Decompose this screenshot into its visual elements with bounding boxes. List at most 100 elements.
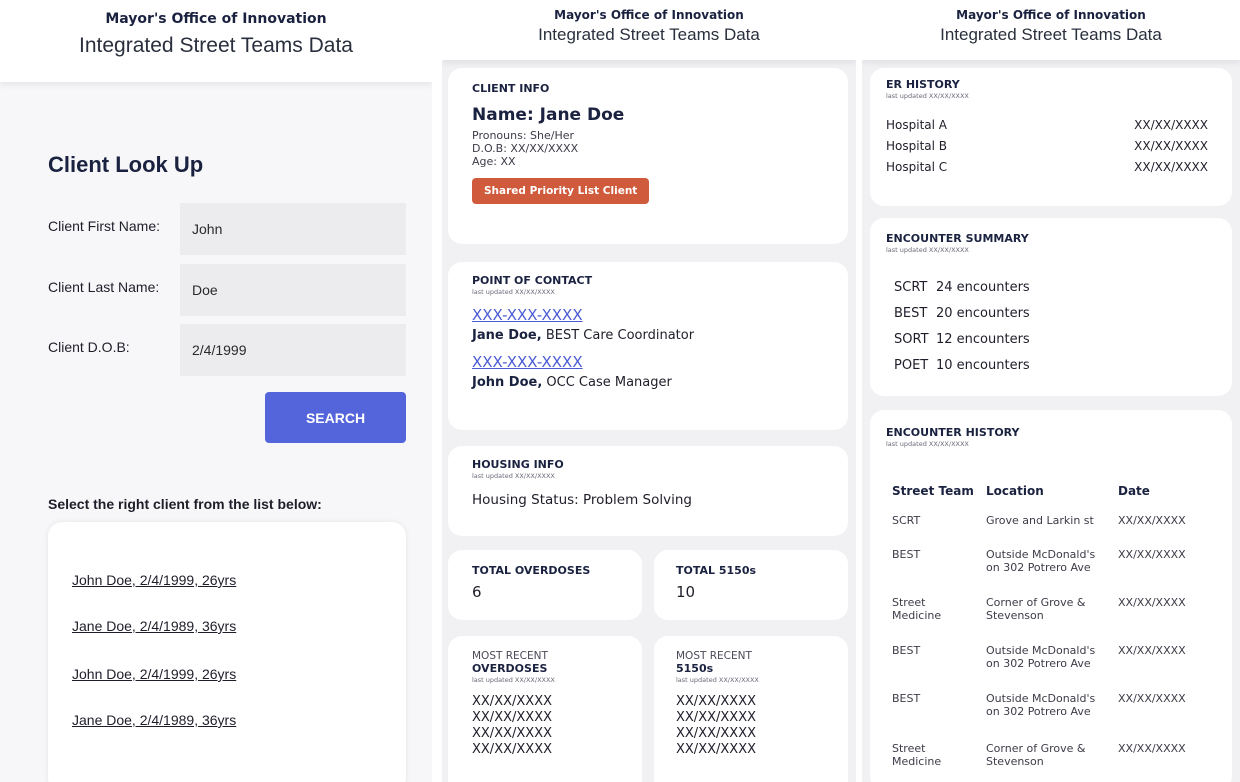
- search-button[interactable]: SEARCH: [265, 392, 406, 443]
- encounter-count: 10 encounters: [936, 358, 1030, 373]
- client-info-heading: CLIENT INFO: [472, 82, 550, 95]
- contact-phone-link[interactable]: XXX-XXX-XXXX: [472, 353, 824, 371]
- cell-date: XX/XX/XXXX: [1118, 644, 1186, 657]
- hospital-name: Hospital B: [886, 139, 948, 153]
- encounter-history-updated: last updated XX/XX/XXXX: [886, 440, 969, 448]
- priority-list-badge: Shared Priority List Client: [472, 178, 650, 204]
- er-visit-date: XX/XX/XXXX: [1134, 160, 1208, 174]
- total-5150s-card: TOTAL 5150s 10: [654, 550, 848, 620]
- select-client-prompt: Select the right client from the list be…: [48, 496, 322, 512]
- dob-label: Client D.O.B:: [48, 339, 130, 355]
- column-header: Date: [1118, 484, 1150, 498]
- hospital-name: Hospital A: [886, 118, 947, 132]
- point-of-contact-card: POINT OF CONTACT last updated XX/XX/XXXX…: [448, 262, 848, 430]
- street-team: BEST: [894, 306, 928, 321]
- last-name-input[interactable]: [180, 264, 406, 316]
- er-visit-date: XX/XX/XXXX: [1134, 139, 1208, 153]
- contact-person: Jane Doe, BEST Care Coordinator: [472, 328, 824, 343]
- app-header: Mayor's Office of Innovation Integrated …: [442, 0, 856, 60]
- cell-team: SCRT: [892, 514, 921, 527]
- street-team: SCRT: [894, 280, 928, 295]
- dob-row: Client D.O.B:: [48, 324, 408, 376]
- cell-location: Outside McDonald's on 302 Potrero Ave: [986, 548, 1096, 574]
- encounter-summary-card: ENCOUNTER SUMMARY last updated XX/XX/XXX…: [870, 218, 1232, 396]
- client-info-card: CLIENT INFO Name: Jane Doe Pronouns: She…: [448, 68, 848, 244]
- client-history-screen: Mayor's Office of Innovation Integrated …: [862, 0, 1240, 782]
- cell-date: XX/XX/XXXX: [1118, 514, 1186, 527]
- app-title: Integrated Street Teams Data: [538, 25, 760, 44]
- page-title: Client Look Up: [48, 152, 204, 177]
- cell-date: XX/XX/XXXX: [1118, 596, 1186, 609]
- client-profile-screen: Mayor's Office of Innovation Integrated …: [442, 0, 856, 782]
- client-pronouns: Pronouns: She/Her: [472, 129, 575, 142]
- er-history-updated: last updated XX/XX/XXXX: [886, 92, 969, 100]
- point-of-contact-heading: POINT OF CONTACT: [472, 274, 593, 287]
- er-visit-row: Hospital C XX/XX/XXXX: [886, 160, 1208, 174]
- housing-info-updated: last updated XX/XX/XXXX: [472, 472, 555, 480]
- client-result-link[interactable]: Jane Doe, 2/4/1989, 36yrs: [72, 618, 236, 634]
- encounter-count: 24 encounters: [936, 280, 1030, 295]
- org-name: Mayor's Office of Innovation: [956, 8, 1146, 22]
- encounter-summary-row: POET 10 encounters: [894, 358, 1030, 373]
- total-overdoses-value: 6: [472, 583, 482, 601]
- contact-role: OCC Case Manager: [542, 375, 672, 390]
- contact-role: BEST Care Coordinator: [541, 328, 695, 343]
- cell-date: XX/XX/XXXX: [1118, 692, 1186, 705]
- dob-input[interactable]: [180, 324, 406, 376]
- encounter-summary-row: SCRT 24 encounters: [894, 280, 1030, 295]
- encounter-history-heading: ENCOUNTER HISTORY: [886, 426, 1020, 439]
- encounter-count: 12 encounters: [936, 332, 1030, 347]
- cell-location: Corner of Grove & Stevenson: [986, 596, 1086, 622]
- recent-overdoses-dates: XX/XX/XXXX XX/XX/XXXX XX/XX/XXXX XX/XX/X…: [472, 694, 618, 758]
- contact-phone-link[interactable]: XXX-XXX-XXXX: [472, 306, 824, 324]
- first-name-input[interactable]: [180, 203, 406, 255]
- cell-team: Street Medicine: [892, 596, 942, 622]
- first-name-label: Client First Name:: [48, 218, 161, 234]
- recent-5150s-updated: last updated XX/XX/XXXX: [676, 676, 759, 684]
- er-visit-row: Hospital B XX/XX/XXXX: [886, 139, 1208, 153]
- er-history-heading: ER HISTORY: [886, 78, 960, 91]
- client-result-link[interactable]: John Doe, 2/4/1999, 26yrs: [72, 666, 236, 682]
- total-5150s-label: TOTAL 5150s: [676, 564, 757, 577]
- app-header: Mayor's Office of Innovation Integrated …: [862, 0, 1240, 60]
- cell-date: XX/XX/XXXX: [1118, 742, 1186, 755]
- housing-status: Housing Status: Problem Solving: [472, 492, 692, 508]
- encounter-history-table: Street Team Location Date SCRT Grove and…: [892, 484, 1216, 768]
- cell-date: XX/XX/XXXX: [1118, 548, 1186, 561]
- recent-overdoses-heading: OVERDOSES: [472, 662, 548, 675]
- recent-overdoses-card: MOST RECENT OVERDOSES last updated XX/XX…: [448, 636, 642, 782]
- recent-date: XX/XX/XXXX: [676, 726, 757, 741]
- cell-location: Outside McDonald's on 302 Potrero Ave: [986, 644, 1096, 670]
- cell-location: Corner of Grove & Stevenson: [986, 742, 1086, 768]
- cell-team: BEST: [892, 692, 921, 705]
- client-result-link[interactable]: Jane Doe, 2/4/1989, 36yrs: [72, 712, 236, 728]
- client-result-link[interactable]: John Doe, 2/4/1999, 26yrs: [72, 572, 236, 588]
- point-of-contact-updated: last updated XX/XX/XXXX: [472, 288, 555, 296]
- recent-5150s-dates: XX/XX/XXXX XX/XX/XXXX XX/XX/XXXX XX/XX/X…: [676, 694, 826, 758]
- client-name: Name: Jane Doe: [472, 105, 625, 125]
- app-title: Integrated Street Teams Data: [940, 25, 1162, 44]
- recent-overdoses-updated: last updated XX/XX/XXXX: [472, 676, 555, 684]
- client-lookup-screen: Mayor's Office of Innovation Integrated …: [0, 0, 432, 782]
- recent-date: XX/XX/XXXX: [472, 710, 553, 725]
- recent-date: XX/XX/XXXX: [472, 694, 553, 709]
- hospital-name: Hospital C: [886, 160, 948, 174]
- recent-5150s-prefix: MOST RECENT: [676, 650, 752, 662]
- recent-date: XX/XX/XXXX: [676, 742, 757, 757]
- er-visit-row: Hospital A XX/XX/XXXX: [886, 118, 1208, 132]
- encounter-summary-row: BEST 20 encounters: [894, 306, 1030, 321]
- encounter-history-card: ENCOUNTER HISTORY last updated XX/XX/XXX…: [870, 410, 1232, 782]
- er-visit-date: XX/XX/XXXX: [1134, 118, 1208, 132]
- encounter-count: 20 encounters: [936, 306, 1030, 321]
- total-overdoses-label: TOTAL OVERDOSES: [472, 564, 591, 577]
- cell-team: BEST: [892, 548, 921, 561]
- total-overdoses-card: TOTAL OVERDOSES 6: [448, 550, 642, 620]
- cell-location: Outside McDonald's on 302 Potrero Ave: [986, 692, 1096, 718]
- org-name: Mayor's Office of Innovation: [105, 11, 327, 27]
- first-name-row: Client First Name:: [48, 203, 408, 255]
- encounter-summary-heading: ENCOUNTER SUMMARY: [886, 232, 1029, 245]
- total-5150s-value: 10: [676, 583, 696, 601]
- client-dob: D.O.B: XX/XX/XXXX: [472, 142, 579, 155]
- cell-team: BEST: [892, 644, 921, 657]
- last-name-label: Client Last Name:: [48, 279, 160, 295]
